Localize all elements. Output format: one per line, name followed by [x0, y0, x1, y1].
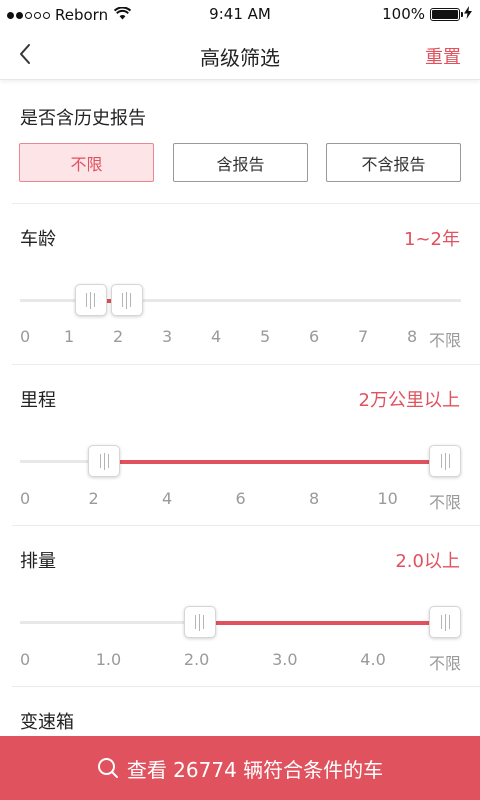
tick-label: 2.0 — [183, 650, 210, 669]
tick-label: 8 — [309, 489, 320, 508]
mileage-tick-labels: 0 2 4 6 8 10 不限 — [20, 489, 461, 512]
slider-min-handle[interactable] — [88, 445, 121, 477]
displacement-slider[interactable] — [20, 602, 461, 642]
option-unlimited[interactable]: 不限 — [19, 143, 154, 182]
view-results-label: 查看 26774 辆符合条件的车 — [126, 757, 384, 782]
tick-label: 不限 — [429, 654, 462, 673]
charging-bolt-icon — [464, 5, 472, 23]
tick-label: 3.0 — [272, 650, 298, 669]
slider-min-handle[interactable] — [183, 606, 216, 638]
tick-label: 10 — [377, 489, 398, 508]
age-label: 车龄 — [20, 229, 56, 250]
tick-label: 4 — [211, 327, 222, 346]
battery-percent: 100% — [382, 5, 425, 23]
tick-label: 4.0 — [360, 650, 386, 669]
age-value: 1~2年 — [404, 229, 460, 250]
displacement-tick-labels: 0 1.0 2.0 3.0 4.0 不限 — [20, 650, 461, 673]
tick-label: 0 — [20, 327, 31, 346]
divider — [12, 364, 480, 365]
tick-label: 2 — [88, 489, 99, 508]
status-right: 100% — [382, 5, 472, 23]
tick-label: 7 — [358, 327, 369, 346]
tick-label: 6 — [309, 327, 320, 346]
divider — [12, 203, 480, 204]
option-with-report[interactable]: 含报告 — [173, 143, 308, 182]
view-results-button[interactable]: 查看 26774 辆符合条件的车 — [0, 736, 480, 800]
slider-max-handle[interactable] — [110, 284, 143, 316]
tick-label: 不限 — [429, 331, 462, 350]
displacement-value: 2.0以上 — [395, 551, 460, 572]
divider — [12, 525, 480, 526]
tick-label: 3 — [162, 327, 173, 346]
reset-button[interactable]: 重置 — [425, 43, 461, 69]
age-slider[interactable] — [20, 280, 461, 320]
slider-min-handle[interactable] — [74, 284, 107, 316]
page-title: 高级筛选 — [200, 46, 280, 70]
tick-label: 1 — [64, 327, 75, 346]
tick-label: 0 — [20, 489, 31, 508]
mileage-slider[interactable] — [20, 441, 461, 481]
tick-label: 不限 — [429, 493, 462, 512]
divider — [12, 686, 480, 687]
mileage-value: 2万公里以上 — [358, 390, 460, 411]
tick-label: 1.0 — [95, 650, 122, 669]
slider-max-handle[interactable] — [429, 606, 461, 638]
navigation-bar: 高级筛选 重置 — [0, 30, 480, 80]
tick-label: 6 — [235, 489, 246, 508]
battery-icon — [430, 7, 463, 21]
gearbox-label: 变速箱 — [20, 712, 74, 733]
slider-max-handle[interactable] — [429, 445, 461, 477]
slider-selected-range — [199, 621, 445, 625]
age-tick-labels: 0 1 2 3 4 5 6 7 8 不限 — [20, 327, 461, 350]
slider-selected-range — [104, 460, 445, 464]
history-report-label: 是否含历史报告 — [20, 108, 146, 129]
status-bar: Reborn 9:41 AM 100% — [0, 0, 480, 30]
tick-label: 0 — [20, 650, 31, 669]
tick-label: 4 — [162, 489, 173, 508]
option-without-report[interactable]: 不含报告 — [326, 143, 461, 182]
tick-label: 8 — [407, 327, 418, 346]
mileage-label: 里程 — [20, 390, 56, 411]
displacement-label: 排量 — [20, 551, 56, 572]
tick-label: 2 — [113, 327, 124, 346]
tick-label: 5 — [260, 327, 271, 346]
search-icon — [97, 757, 119, 779]
